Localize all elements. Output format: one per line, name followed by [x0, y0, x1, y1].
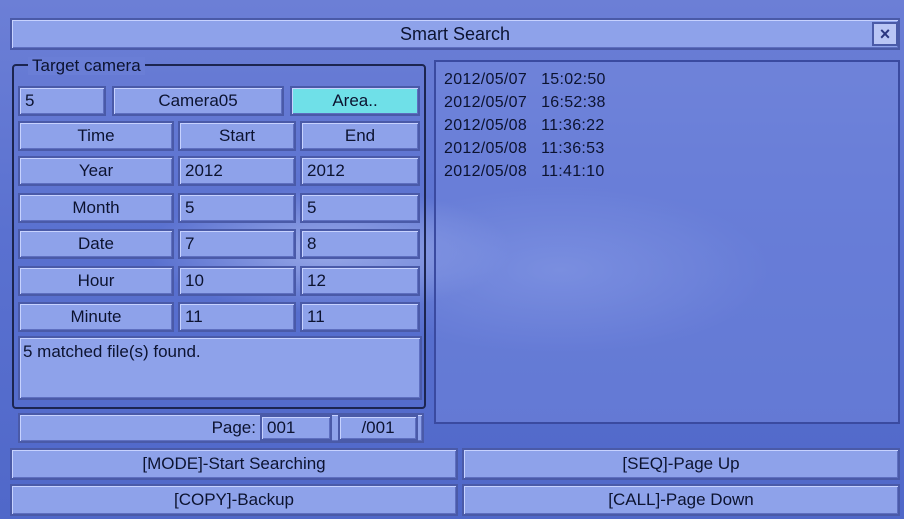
year-start-field[interactable]: 2012	[178, 156, 296, 186]
start-header: Start	[178, 121, 296, 151]
start-searching-button[interactable]: [MODE]-Start Searching	[10, 448, 458, 480]
page-down-button[interactable]: [CALL]-Page Down	[462, 484, 900, 516]
target-camera-label: Target camera	[28, 57, 145, 75]
minute-label: Minute	[18, 302, 174, 332]
minute-start-field[interactable]: 11	[178, 302, 296, 332]
hour-end-field[interactable]: 12	[300, 266, 420, 296]
close-icon[interactable]: ×	[872, 22, 898, 46]
date-start-field[interactable]: 7	[178, 229, 296, 259]
month-start-field[interactable]: 5	[178, 193, 296, 223]
result-list[interactable]: 2012/05/07 15:02:50 2012/05/07 16:52:38 20…	[434, 60, 900, 424]
backup-button[interactable]: [COPY]-Backup	[10, 484, 458, 516]
hour-label: Hour	[18, 266, 174, 296]
year-label: Year	[18, 156, 174, 186]
page-current-field[interactable]: 001	[260, 415, 332, 441]
camera-name-field: Camera05	[112, 86, 284, 116]
month-end-field[interactable]: 5	[300, 193, 420, 223]
minute-end-field[interactable]: 11	[300, 302, 420, 332]
area-button[interactable]: Area..	[290, 86, 420, 116]
page-total: /001	[338, 415, 418, 441]
list-item[interactable]: 2012/05/08 11:36:22	[444, 114, 898, 137]
page-bar: Page: 001 /001	[18, 413, 424, 443]
camera-number-field[interactable]: 5	[18, 86, 106, 116]
year-end-field[interactable]: 2012	[300, 156, 420, 186]
status-message: 5 matched file(s) found.	[18, 336, 422, 400]
list-item[interactable]: 2012/05/07 16:52:38	[444, 91, 898, 114]
page-label: Page:	[211, 418, 256, 437]
month-label: Month	[18, 193, 174, 223]
date-label: Date	[18, 229, 174, 259]
list-item[interactable]: 2012/05/07 15:02:50	[444, 68, 898, 91]
time-header: Time	[18, 121, 174, 151]
window-title: Smart Search	[10, 18, 900, 50]
date-end-field[interactable]: 8	[300, 229, 420, 259]
hour-start-field[interactable]: 10	[178, 266, 296, 296]
end-header: End	[300, 121, 420, 151]
page-up-button[interactable]: [SEQ]-Page Up	[462, 448, 900, 480]
list-item[interactable]: 2012/05/08 11:36:53	[444, 137, 898, 160]
list-item[interactable]: 2012/05/08 11:41:10	[444, 160, 898, 183]
